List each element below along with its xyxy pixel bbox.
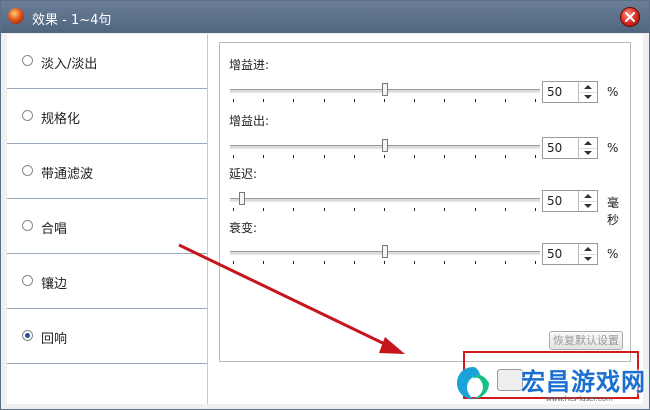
watermark-url: www.hcs-laser.com xyxy=(546,395,613,403)
watermark-logo-icon xyxy=(457,367,489,399)
effects-dialog: 效果 - 1~4句 淡入/淡出 规格化 带通滤波 合唱 镶边 回响 增益进: 5… xyxy=(0,0,650,410)
watermark-text: 宏昌游戏网 xyxy=(521,368,646,396)
annotation-arrow xyxy=(178,243,405,354)
